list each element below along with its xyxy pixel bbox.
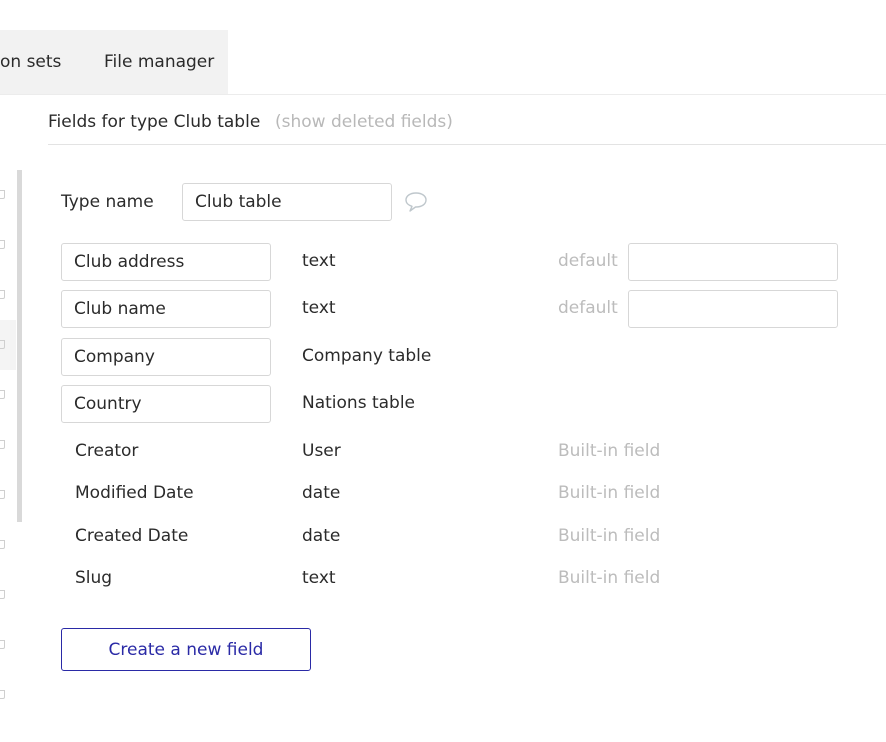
field-name-input[interactable]: Club name — [61, 290, 271, 328]
delete-icon[interactable] — [0, 640, 5, 649]
builtin-field-note: Built-in field — [558, 441, 661, 461]
type-list-scrollbar[interactable] — [17, 170, 22, 522]
delete-icon[interactable] — [0, 240, 5, 249]
field-default-input[interactable] — [628, 243, 838, 281]
field-default-label: default — [558, 251, 618, 271]
field-name-input[interactable]: Country — [61, 385, 271, 423]
field-type: text — [302, 298, 336, 318]
field-type: Company table — [302, 346, 432, 366]
builtin-field-type: date — [302, 526, 341, 546]
builtin-field-note: Built-in field — [558, 483, 661, 503]
create-new-field-button[interactable]: Create a new field — [61, 628, 311, 671]
show-deleted-fields-link[interactable]: (show deleted fields) — [275, 112, 453, 132]
speech-bubble-icon[interactable] — [404, 191, 428, 213]
builtin-field-note: Built-in field — [558, 568, 661, 588]
delete-icon[interactable] — [0, 540, 5, 549]
builtin-field-type: date — [302, 483, 341, 503]
delete-icon[interactable] — [0, 290, 5, 299]
tab-file-manager[interactable]: File manager — [104, 52, 214, 72]
builtin-field-name: Modified Date — [75, 483, 194, 503]
delete-icon[interactable] — [0, 440, 5, 449]
field-name-input[interactable]: Club address — [61, 243, 271, 281]
delete-icon[interactable] — [0, 390, 5, 399]
delete-icon[interactable] — [0, 490, 5, 499]
type-name-input[interactable]: Club table — [182, 183, 392, 221]
field-name-input[interactable]: Company — [61, 338, 271, 376]
header-divider — [48, 144, 886, 145]
field-default-input[interactable] — [628, 290, 838, 328]
type-name-label: Type name — [61, 192, 154, 212]
delete-icon[interactable] — [0, 190, 5, 199]
builtin-field-type: text — [302, 568, 336, 588]
delete-icon[interactable] — [0, 340, 5, 349]
builtin-field-name: Slug — [75, 568, 113, 588]
delete-icon[interactable] — [0, 690, 5, 699]
type-list-rail — [0, 150, 22, 742]
field-type: Nations table — [302, 393, 416, 413]
builtin-field-name: Creator — [75, 441, 139, 461]
page-title: Fields for type Club table — [48, 112, 261, 132]
tab-option-sets[interactable]: on sets — [0, 52, 61, 72]
field-type: text — [302, 251, 336, 271]
field-default-label: default — [558, 298, 618, 318]
builtin-field-name: Created Date — [75, 526, 189, 546]
builtin-field-note: Built-in field — [558, 526, 661, 546]
builtin-field-type: User — [302, 441, 341, 461]
tab-bar-divider — [0, 94, 886, 95]
delete-icon[interactable] — [0, 590, 5, 599]
